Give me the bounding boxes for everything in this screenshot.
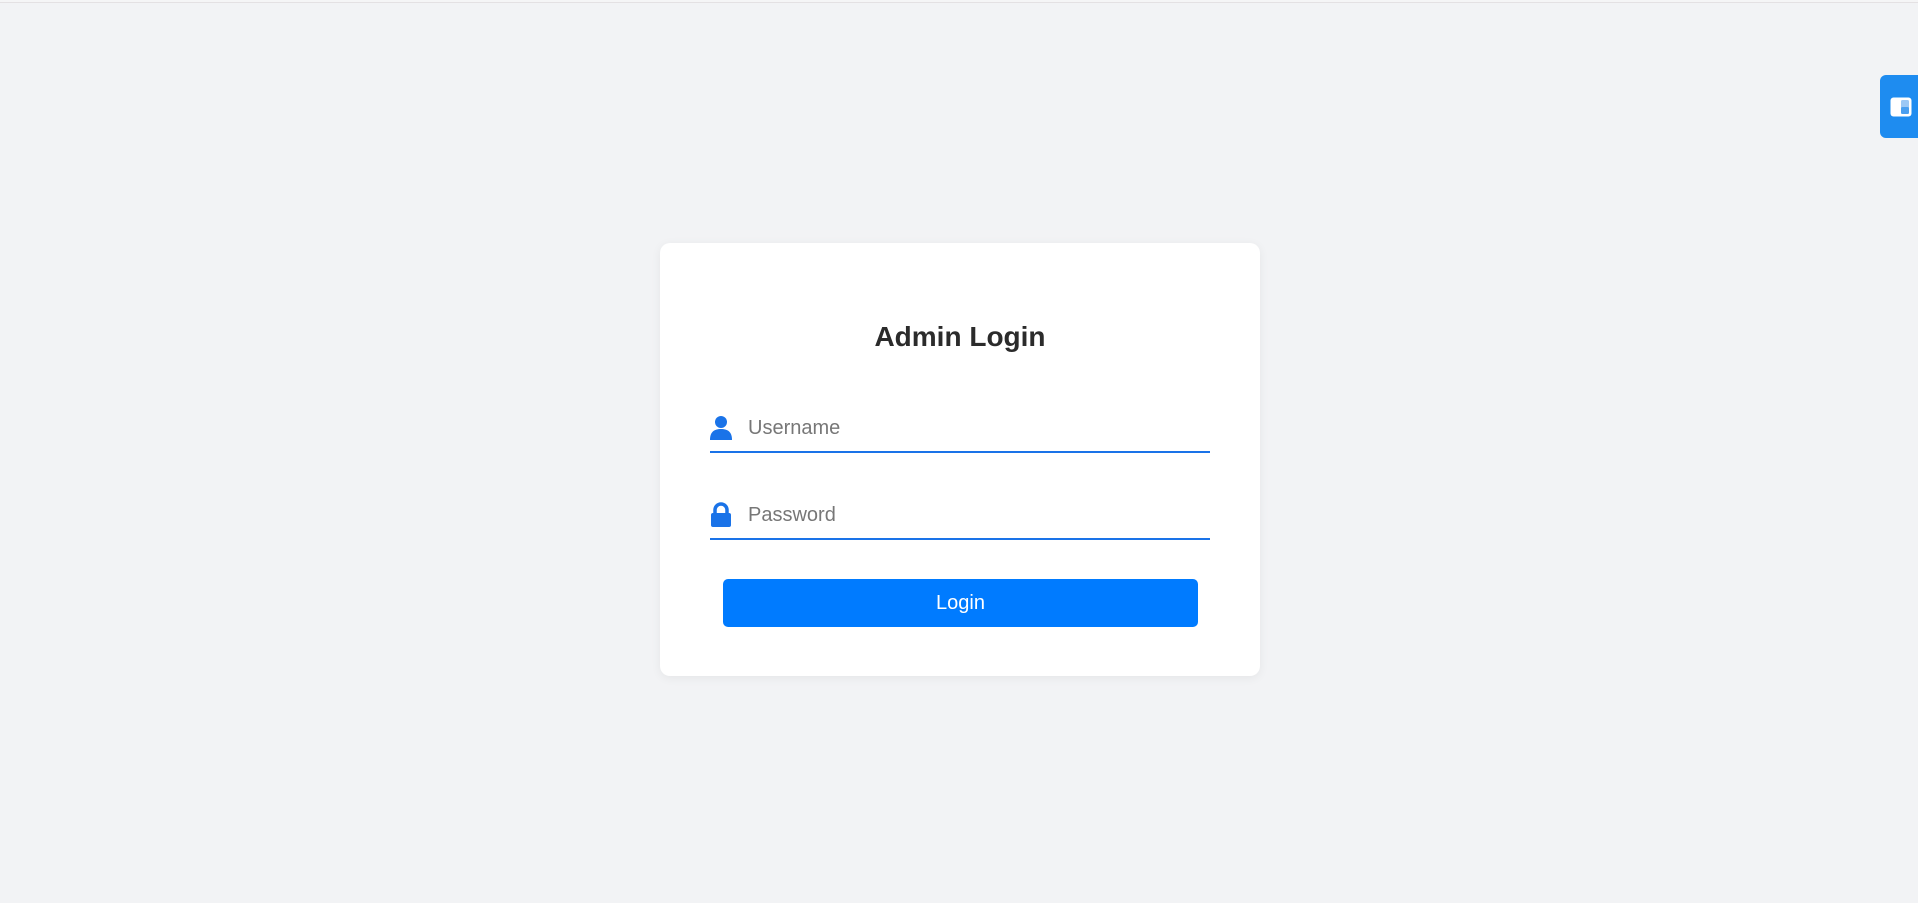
lock-icon <box>710 502 732 528</box>
page-title: Admin Login <box>874 321 1046 352</box>
username-field <box>710 405 1210 453</box>
user-icon <box>710 415 732 441</box>
password-input[interactable] <box>748 498 1198 532</box>
username-input[interactable] <box>748 411 1198 445</box>
login-card: Admin Login Login <box>660 243 1260 676</box>
side-widget-button[interactable] <box>1880 75 1918 138</box>
login-button[interactable]: Login <box>723 579 1198 627</box>
top-border <box>0 0 1918 3</box>
password-field <box>710 492 1210 540</box>
panel-icon <box>1890 97 1912 117</box>
